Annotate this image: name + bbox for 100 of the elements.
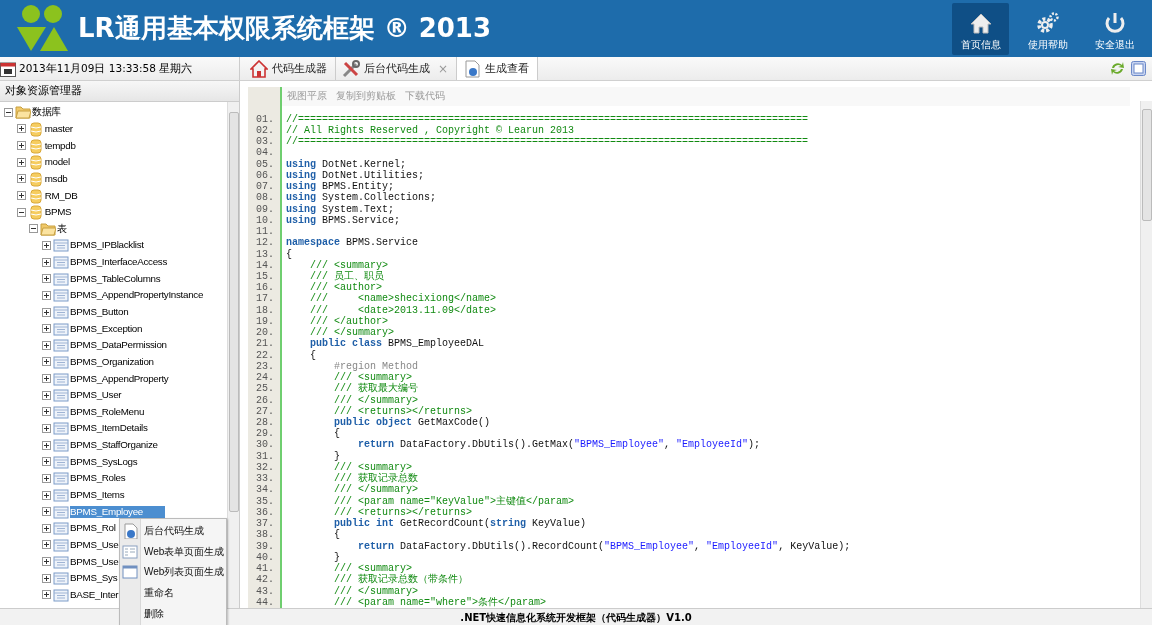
expand-icon[interactable] [42,590,52,600]
code-comment: /// <param name="KeyValue">主键值</param> [333,495,575,507]
house-icon [250,59,268,78]
tree-item[interactable]: BPMS_User [70,389,122,402]
fullscreen-icon[interactable] [1131,61,1146,76]
expand-icon[interactable] [42,357,52,367]
tab[interactable]: 生成查看 [457,57,539,80]
tree-item[interactable]: 表 [57,222,68,235]
tree-item[interactable]: BPMS_DataPermission [70,339,167,352]
tree-item[interactable]: BPMS_Organization [70,355,154,368]
tree-item[interactable]: BPMS_AppendProperty [70,372,169,385]
code-text: } [333,450,340,462]
tree-item[interactable]: RM_DB [44,189,78,202]
expand-icon[interactable] [42,540,52,550]
refresh-icon[interactable] [1110,61,1125,76]
expand-icon[interactable] [42,290,52,300]
tree-item[interactable]: BPMS_Button [70,306,129,318]
tree-item[interactable]: model [44,156,70,169]
tree-item[interactable]: BPMS_Rol [70,522,116,535]
tab[interactable]: 代码生成器 [244,57,336,80]
tree-item[interactable]: BPMS_SysLogs [70,455,138,468]
expand-icon[interactable] [42,424,52,433]
tree-item[interactable]: BPMS_Items [70,489,125,502]
tree-item[interactable]: msdb [44,172,68,185]
table-icon [53,320,70,337]
code-keyword: public int [333,518,395,530]
menu-item[interactable]: Web表单页面生成 [120,541,226,563]
tree-item[interactable]: 数据库 [32,106,62,119]
tree-item[interactable]: BPMS_Exception [70,322,143,335]
code-keyword: string [490,518,527,530]
table-icon [53,403,70,420]
code-comment: /// 员工、职员 [309,270,384,282]
expand-icon[interactable] [42,257,52,267]
expand-icon[interactable] [42,274,52,284]
code-text: } [333,551,340,563]
tree-item[interactable]: BPMS_Sys [70,572,118,585]
tree-item[interactable]: BPMS_ItemDetails [70,422,148,435]
expand-icon[interactable] [16,124,26,134]
scrollbar[interactable] [227,102,239,608]
tree-item[interactable]: master [44,122,73,135]
expand-icon[interactable] [42,240,52,250]
menu-item[interactable]: Web列表页面生成 [120,562,226,583]
expand-icon[interactable] [42,507,52,517]
expand-icon[interactable] [42,440,52,450]
expand-icon[interactable] [16,191,26,200]
table-icon [53,437,70,454]
logout-button[interactable]: 安全退出 [1086,2,1143,55]
code-comment: /// <returns></returns> [333,405,473,417]
expand-icon[interactable] [16,174,26,184]
csharp-file-icon [122,523,138,540]
tree-item[interactable]: BPMS_InterfaceAccess [70,256,167,269]
code-text: KeyValue) [531,518,587,530]
menu-item[interactable]: 后台代码生成 [120,521,226,542]
code-keyword: using [286,214,316,227]
expand-icon[interactable] [42,557,52,567]
line-number: 33. [255,473,275,485]
expand-icon[interactable] [42,407,52,417]
expand-icon[interactable] [42,573,52,583]
expand-icon[interactable] [42,490,52,500]
collapse-icon[interactable] [16,207,26,217]
line-number: 43. [255,585,275,597]
code-keyword: using [286,203,316,215]
menu-item[interactable]: 重命名 [120,582,226,604]
line-number: 24. [255,372,275,384]
tree-item[interactable]: BPMS_Use [70,555,119,568]
code-string: "BPMS_Employee" [574,439,665,451]
tree-item[interactable]: BPMS_Use [70,538,119,551]
expand-icon[interactable] [42,374,52,384]
line-number: 32. [255,461,275,474]
tree-item[interactable]: tempdb [44,139,76,152]
home-button[interactable]: 首页信息 [952,2,1009,55]
expand-icon[interactable] [42,324,52,334]
tree-item[interactable]: BPMS_TableColumns [70,272,161,285]
line-number: 36. [255,506,275,519]
expand-icon[interactable] [42,340,52,350]
line-number: 23. [255,360,275,373]
tree-item[interactable]: BPMS_RoleMenu [70,405,145,418]
code-comment: /// <param name="where">条件</param> [333,596,547,608]
tree-item[interactable]: BPMS_AppendPropertyInstance [70,289,204,302]
collapse-icon[interactable] [4,107,13,117]
scrollbar[interactable] [1140,101,1152,608]
expand-icon[interactable] [42,307,52,317]
help-button[interactable]: 使用帮助 [1019,2,1076,55]
expand-icon[interactable] [42,523,52,533]
tree-item[interactable]: BPMS [44,206,72,219]
csharp-file-icon [463,59,482,78]
table-icon [53,536,70,553]
collapse-icon[interactable] [29,224,39,234]
line-number: 34. [255,484,275,496]
tree-item[interactable]: BPMS_Roles [70,472,126,485]
tree-item[interactable]: BPMS_IPBlacklist [70,239,144,252]
tree-item[interactable]: BPMS_StaffOrganize [70,439,158,452]
code-comment: // All Rights Reserved , Copyright © Learun 2013 [286,124,575,136]
expand-icon[interactable] [42,457,52,467]
expand-icon[interactable] [42,473,52,483]
expand-icon[interactable] [16,157,26,167]
expand-icon[interactable] [16,141,26,151]
expand-icon[interactable] [42,390,52,400]
menu-item[interactable]: 删除 [120,603,226,624]
tree-item[interactable]: BASE_Inter [70,588,119,601]
